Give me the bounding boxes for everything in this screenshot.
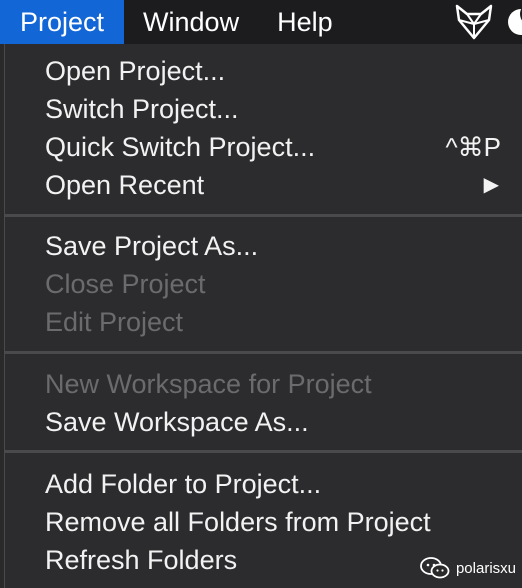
- menu-item-label: Switch Project...: [45, 94, 239, 124]
- menu-item-label: Edit Project: [45, 307, 184, 337]
- project-menu-dropdown: Open Project... Switch Project... Quick …: [4, 44, 522, 588]
- menu-item-add-folder[interactable]: Add Folder to Project...: [45, 465, 522, 503]
- shortcut-label: ^⌘P: [445, 132, 501, 162]
- submenu-arrow-icon: ▶: [483, 174, 499, 196]
- menu-item-label: Open Recent: [45, 170, 205, 200]
- menu-item-label: Open Project...: [45, 56, 226, 86]
- menu-item-save-workspace-as[interactable]: Save Workspace As...: [45, 403, 522, 441]
- screen: Project Window Help Open Project... Swit…: [0, 0, 522, 588]
- menu-item-label: Remove all Folders from Project: [45, 507, 431, 537]
- menu-separator: [5, 214, 522, 217]
- menu-item-edit-project: Edit Project: [45, 303, 522, 341]
- moon-icon[interactable]: [508, 3, 522, 35]
- menu-separator: [5, 351, 522, 354]
- menu-item-label: Close Project: [45, 269, 206, 299]
- watermark-text: polarisxu: [455, 559, 516, 577]
- menu-item-close-project: Close Project: [45, 265, 522, 303]
- menu-item-label: Add Folder to Project...: [45, 469, 322, 499]
- menu-item-quick-switch-project[interactable]: Quick Switch Project... ^⌘P: [45, 128, 522, 166]
- menu-item-save-project-as[interactable]: Save Project As...: [45, 227, 522, 265]
- watermark: polarisxu: [420, 556, 516, 580]
- menu-bar: Project Window Help: [0, 0, 522, 44]
- menu-item-label: Quick Switch Project...: [45, 132, 316, 162]
- menubar-project[interactable]: Project: [0, 0, 125, 44]
- menu-item-open-project[interactable]: Open Project...: [45, 52, 522, 90]
- menubar-help[interactable]: Help: [258, 0, 352, 44]
- menu-item-new-workspace: New Workspace for Project: [45, 365, 522, 403]
- menubar-window[interactable]: Window: [124, 0, 258, 44]
- menu-item-label: Save Workspace As...: [45, 407, 309, 437]
- menubar-status-area: [454, 0, 522, 44]
- menu-item-open-recent[interactable]: Open Recent ▶: [45, 166, 522, 204]
- wechat-icon: [420, 557, 450, 579]
- menu-item-remove-all-folders[interactable]: Remove all Folders from Project: [45, 503, 522, 541]
- fox-icon[interactable]: [454, 2, 494, 42]
- menu-item-label: New Workspace for Project: [45, 369, 372, 399]
- menu-item-switch-project[interactable]: Switch Project...: [45, 90, 522, 128]
- menu-separator: [5, 450, 522, 453]
- menu-item-label: Save Project As...: [45, 231, 259, 261]
- menu-item-label: Refresh Folders: [45, 545, 238, 575]
